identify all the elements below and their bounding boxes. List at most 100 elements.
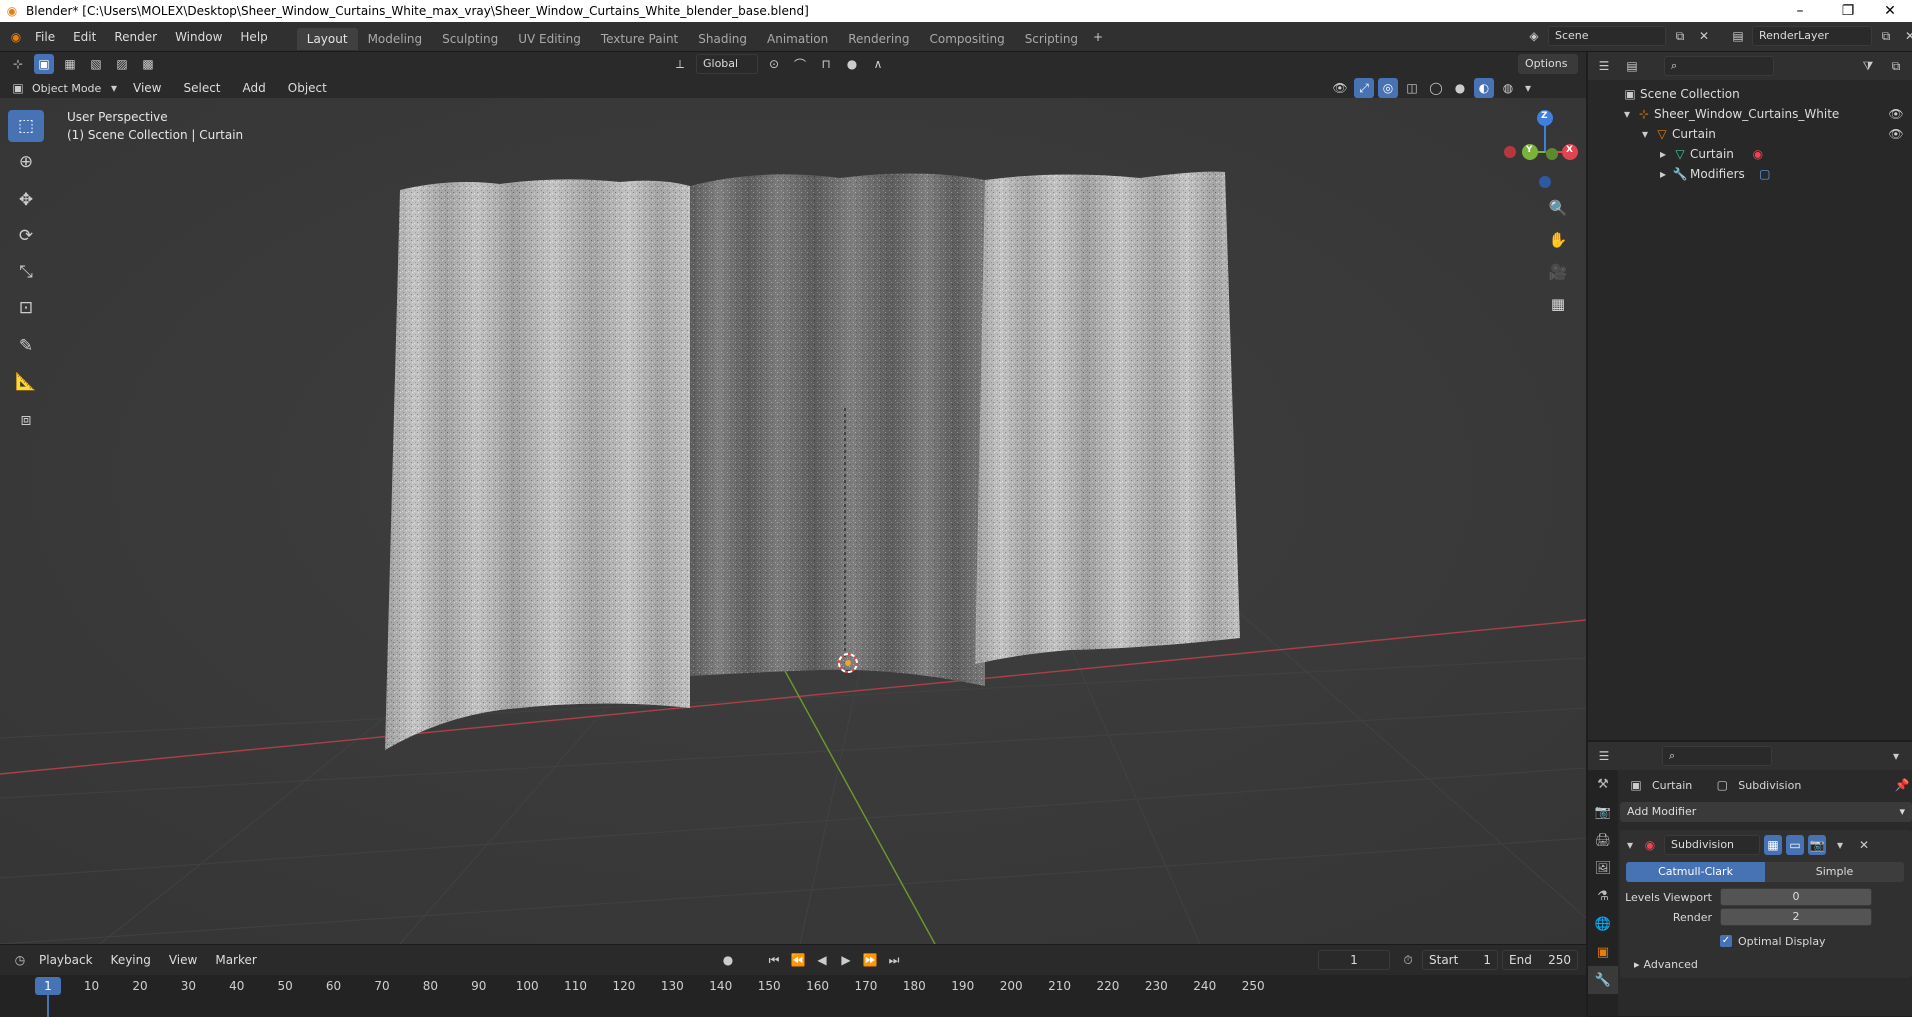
play-reverse-icon[interactable]: ◀ (812, 950, 832, 970)
tab-uv-editing[interactable]: UV Editing (508, 28, 591, 50)
select-mode-subtract-icon[interactable]: ▨ (112, 54, 132, 74)
gizmo-z-label[interactable]: Z (1541, 111, 1548, 121)
new-scene-icon[interactable]: ⧉ (1670, 26, 1690, 46)
outliner-item-collection[interactable]: ▾ ⊹ Sheer_Window_Curtains_White 👁 (1588, 104, 1912, 124)
display-mode-icon[interactable]: ▤ (1622, 56, 1642, 76)
pin-icon[interactable]: 📌 (1892, 775, 1912, 795)
outliner-search-input[interactable]: ⌕ (1664, 56, 1774, 76)
new-collection-icon[interactable]: ⧉ (1886, 56, 1906, 76)
maximize-icon[interactable]: ❐ (1826, 0, 1870, 22)
prev-keyframe-icon[interactable]: ⏪ (788, 950, 808, 970)
select-mode-invert-icon[interactable]: ▩ (138, 54, 158, 74)
viewport-toggle-icon[interactable]: ▭ (1786, 835, 1804, 855)
editor-type-icon[interactable]: ⊹ (8, 54, 28, 74)
3d-viewport[interactable]: Z X Y User Perspective (1) Scene Collect… (0, 98, 1586, 944)
timeline-editor-type-icon[interactable]: ◷ (10, 950, 30, 970)
select-box-icon[interactable]: ▣ (34, 54, 54, 74)
snap-icon[interactable]: ⌒ (790, 54, 810, 74)
scene-name-field[interactable]: Scene (1548, 26, 1666, 46)
render-toggle-icon[interactable]: 📷 (1808, 835, 1826, 855)
advanced-subpanel[interactable]: ▸ Advanced (1620, 956, 1912, 972)
jump-start-icon[interactable]: ⏮ (764, 950, 784, 970)
tab-sculpting[interactable]: Sculpting (432, 28, 508, 50)
view-layer-tab-icon[interactable]: 🖼 (1588, 854, 1618, 882)
properties-options-chevron-icon[interactable]: ▾ (1886, 746, 1906, 766)
render-tab-icon[interactable]: 📷 (1588, 798, 1618, 826)
scene-tab-icon[interactable]: ⚗ (1588, 882, 1618, 910)
play-icon[interactable]: ▶ (836, 950, 856, 970)
rendered-shading-icon[interactable]: ◍ (1498, 78, 1518, 98)
simple-button[interactable]: Simple (1765, 862, 1904, 882)
viewport-menu-add[interactable]: Add (234, 78, 275, 98)
renderlayer-selector[interactable]: ▤ RenderLayer ⧉ ✕ (1728, 26, 1912, 46)
transform-tool-icon[interactable]: ⊡ (8, 292, 44, 324)
zoom-icon[interactable]: 🔍 (1544, 194, 1572, 222)
ortho-grid-icon[interactable]: ▦ (1544, 290, 1572, 318)
catmull-clark-button[interactable]: Catmull-Clark (1626, 862, 1765, 882)
add-modifier-dropdown[interactable]: Add Modifier ▾ (1620, 802, 1912, 822)
expand-chevron-icon[interactable]: ▾ (1620, 104, 1634, 124)
output-tab-icon[interactable]: 🖨 (1588, 826, 1618, 854)
minimize-icon[interactable]: – (1778, 0, 1822, 22)
outliner-editor-type-icon[interactable]: ☰ (1594, 56, 1614, 76)
edit-mode-toggle-icon[interactable]: ▦ (1764, 835, 1782, 855)
rotate-tool-icon[interactable]: ⟳ (8, 220, 44, 252)
solid-shading-icon[interactable]: ● (1450, 78, 1470, 98)
material-shading-icon[interactable]: ◐ (1474, 78, 1494, 98)
frame-ruler[interactable]: 1 10 20 30 40 50 60 70 80 90 100 110 120 130 140 150 160… (0, 975, 1586, 1017)
menu-edit[interactable]: Edit (64, 22, 105, 52)
start-frame-field[interactable]: Start 1 (1422, 950, 1498, 970)
optimal-display-checkbox[interactable]: ✓ (1720, 935, 1732, 947)
next-keyframe-icon[interactable]: ⏩ (860, 950, 880, 970)
remove-scene-icon[interactable]: ✕ (1694, 26, 1714, 46)
move-tool-icon[interactable]: ✥ (8, 184, 44, 216)
timeline-menu-marker[interactable]: Marker (206, 945, 265, 975)
select-tool-icon[interactable]: ⬚ (8, 110, 44, 142)
jump-end-icon[interactable]: ⏭ (884, 950, 904, 970)
timeline-menu-view[interactable]: View (160, 945, 206, 975)
outliner-item-curtain-mesh[interactable]: ▸ ▽ Curtain ◉ (1588, 144, 1912, 164)
expand-chevron-icon[interactable]: ▸ (1656, 144, 1670, 164)
pan-hand-icon[interactable]: ✋ (1544, 226, 1572, 254)
snap-target-icon[interactable]: ⊓ (816, 54, 836, 74)
xray-icon[interactable]: ◫ (1402, 78, 1422, 98)
menu-help[interactable]: Help (231, 22, 276, 52)
cursor-tool-icon[interactable]: ⊕ (8, 146, 44, 178)
current-frame-field[interactable]: 1 (1318, 950, 1390, 970)
tab-animation[interactable]: Animation (757, 28, 838, 50)
stopwatch-icon[interactable]: ⏱ (1398, 950, 1418, 970)
outliner-root[interactable]: ▣ Scene Collection (1588, 84, 1912, 104)
blender-menu-icon[interactable]: ◉ (6, 27, 26, 47)
menu-window[interactable]: Window (166, 22, 231, 52)
renderlayer-name-field[interactable]: RenderLayer (1752, 26, 1872, 46)
scene-selector[interactable]: ◈ Scene ⧉ ✕ (1524, 26, 1714, 46)
tab-shading[interactable]: Shading (688, 28, 757, 50)
end-frame-field[interactable]: End 250 (1502, 950, 1578, 970)
world-tab-icon[interactable]: 🌐 (1588, 910, 1618, 938)
gizmo-x-label[interactable]: X (1566, 145, 1573, 155)
timeline-menu-playback[interactable]: Playback (30, 945, 102, 975)
tab-rendering[interactable]: Rendering (838, 28, 919, 50)
object-tab-icon[interactable]: ▣ (1588, 938, 1618, 966)
visibility-eye-icon[interactable]: 👁 (1886, 124, 1906, 144)
mode-dropdown[interactable]: Object Mode (32, 82, 104, 95)
properties-editor-type-icon[interactable]: ☰ (1594, 746, 1614, 766)
properties-search-input[interactable]: ⌕ (1662, 746, 1772, 766)
visibility-icon[interactable]: 👁 (1330, 78, 1350, 98)
wireframe-shading-icon[interactable]: ◯ (1426, 78, 1446, 98)
timeline-menu-keying[interactable]: Keying (102, 945, 160, 975)
tab-layout[interactable]: Layout (296, 27, 358, 50)
menu-file[interactable]: File (26, 22, 64, 52)
select-mode-new-icon[interactable]: ▦ (60, 54, 80, 74)
tab-compositing[interactable]: Compositing (919, 28, 1014, 50)
shading-options-chevron-icon[interactable]: ▾ (1522, 78, 1534, 98)
remove-renderlayer-icon[interactable]: ✕ (1900, 26, 1912, 46)
viewport-menu-select[interactable]: Select (174, 78, 229, 98)
viewport-menu-object[interactable]: Object (279, 78, 336, 98)
modifier-tab-icon[interactable]: 🔧 (1588, 966, 1618, 994)
select-mode-extend-icon[interactable]: ▧ (86, 54, 106, 74)
scale-tool-icon[interactable]: ⤡ (8, 256, 44, 288)
modifier-name-field[interactable]: Subdivision (1664, 835, 1760, 855)
measure-tool-icon[interactable]: 📐 (8, 366, 44, 398)
outliner-item-curtain-object[interactable]: ▾ ▽ Curtain 👁 (1588, 124, 1912, 144)
